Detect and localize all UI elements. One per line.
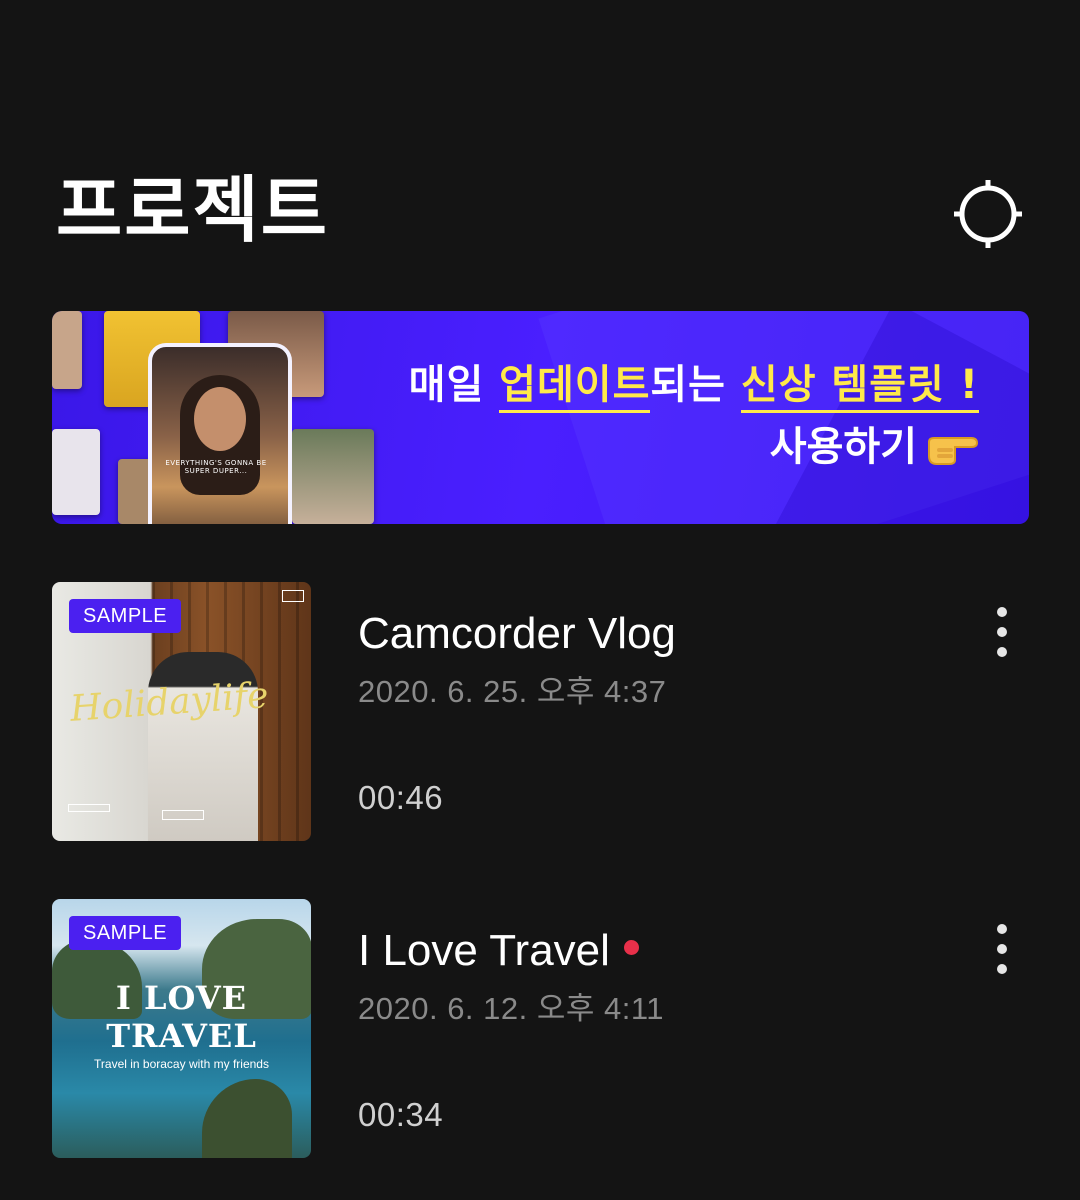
banner-text: 매일 업데이트되는 신상 템플릿 ! 사용하기 [409, 357, 979, 473]
project-title-row: I Love Travel [358, 923, 639, 979]
more-vertical-icon [997, 607, 1007, 657]
more-options-button[interactable] [982, 923, 1022, 975]
banner-headline-part: 되는 [650, 362, 741, 408]
template-preview-card [292, 429, 374, 524]
page-title: 프로젝트 [56, 168, 329, 252]
banner-cta-label: 사용하기 [769, 424, 917, 470]
project-item[interactable]: Holidaylife SAMPLE Camcorder Vlog 2020. … [52, 582, 1052, 842]
project-title: I Love Travel [358, 926, 610, 975]
thumbnail-title-line: I LOVE [115, 979, 248, 1017]
settings-button[interactable] [950, 176, 1026, 252]
project-date: 2020. 6. 12. 오후 4:11 [358, 991, 665, 1026]
project-thumbnail[interactable]: Holidaylife SAMPLE [52, 582, 311, 841]
pointing-hand-icon [928, 437, 979, 465]
template-phone-preview: EVERYTHING'S GONNA BE SUPER DUPER... [148, 343, 292, 524]
banner-headline-part: 매일 [408, 362, 500, 408]
project-list-screen: 프로젝트 EVERYTHING'S GONNA BE SUPER DUPER..… [0, 0, 1080, 1200]
thumbnail-overlay-subtitle: Travel in boracay with my friends [94, 1057, 269, 1071]
project-thumbnail[interactable]: I LOVE TRAVEL Travel in boracay with my … [52, 899, 311, 1158]
new-indicator-dot [623, 939, 639, 955]
gear-icon [954, 180, 1022, 248]
template-preview-card [52, 311, 82, 389]
template-promo-banner[interactable]: EVERYTHING'S GONNA BE SUPER DUPER... 매일 … [52, 311, 1029, 524]
camcorder-hud-decor [68, 804, 110, 812]
thumbnail-title-line: TRAVEL [106, 1017, 257, 1055]
project-title: Camcorder Vlog [358, 609, 676, 658]
camcorder-hud-decor [162, 810, 204, 820]
project-date: 2020. 6. 25. 오후 4:37 [358, 674, 667, 709]
banner-headline-highlight: 신상 템플릿 ! [740, 362, 979, 413]
project-item[interactable]: I LOVE TRAVEL Travel in boracay with my … [52, 899, 1052, 1159]
banner-headline-highlight: 업데이트 [499, 362, 651, 413]
template-collage-image: EVERYTHING'S GONNA BE SUPER DUPER... [52, 311, 382, 524]
preview-caption: EVERYTHING'S GONNA BE SUPER DUPER... [165, 459, 267, 475]
sample-badge: SAMPLE [69, 916, 182, 950]
banner-cta[interactable]: 사용하기 [409, 421, 979, 473]
preview-figure [194, 387, 246, 451]
more-vertical-icon [997, 924, 1007, 974]
thumbnail-overlay-title: I LOVE TRAVEL [52, 979, 311, 1055]
camcorder-hud-decor [282, 590, 304, 602]
sample-badge: SAMPLE [69, 599, 182, 633]
project-duration: 00:46 [358, 779, 444, 816]
more-options-button[interactable] [982, 606, 1022, 658]
banner-headline: 매일 업데이트되는 신상 템플릿 ! [409, 357, 979, 413]
project-duration: 00:34 [358, 1096, 444, 1133]
template-preview-card [52, 429, 100, 515]
